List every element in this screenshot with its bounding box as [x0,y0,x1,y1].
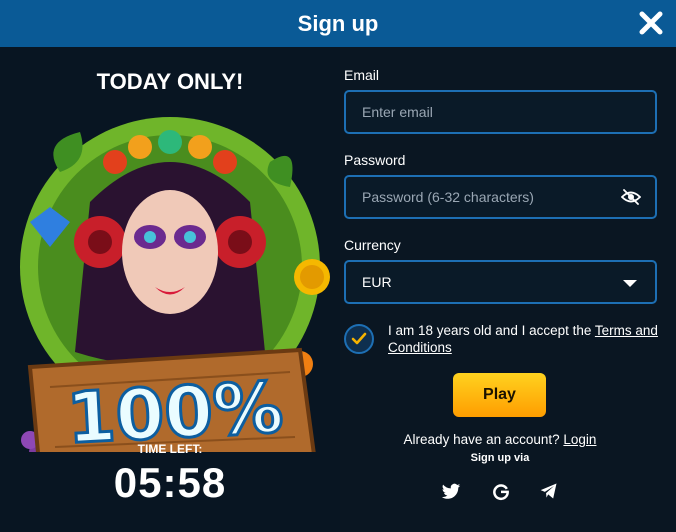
age-terms-checkbox[interactable] [344,324,374,354]
close-icon[interactable] [638,10,664,36]
promo-panel: TODAY ONLY! 100% TIME LEFT: 05:58 [0,47,340,532]
countdown-timer: 05:58 [113,459,227,506]
signup-via-label: Sign up via [470,452,530,464]
face [122,190,218,314]
play-button[interactable]: Play [453,373,546,417]
google-icon[interactable] [491,481,511,501]
modal-title: Sign up [297,10,379,36]
email-label: Email [344,67,380,83]
terms-prefix: I am 18 years old and I accept the [388,323,595,338]
timer-label: TIME LEFT: [137,442,203,456]
telegram-icon[interactable] [539,481,559,501]
currency-label: Currency [344,237,401,253]
login-link[interactable]: Login [563,432,596,447]
currency-value: EUR [362,274,392,290]
twitter-icon[interactable] [441,481,461,501]
signup-form: Email Password Currency EUR I am 18 year… [340,47,676,532]
email-field-wrapper[interactable] [344,90,657,134]
email-field[interactable] [362,104,639,120]
currency-select[interactable]: EUR [344,260,657,304]
have-account-text: Already have an account? Login [340,432,660,447]
password-field[interactable] [362,189,639,205]
password-label: Password [344,152,406,168]
promo-title: TODAY ONLY! [96,69,244,94]
chevron-down-icon [623,280,637,287]
eye-slash-icon[interactable] [621,188,641,206]
have-account-label: Already have an account? [403,432,564,447]
terms-text: I am 18 years old and I accept the Terms… [388,322,668,356]
modal-header: Sign up [0,0,676,47]
password-field-wrapper[interactable] [344,175,657,219]
checkmark-icon [351,332,367,345]
